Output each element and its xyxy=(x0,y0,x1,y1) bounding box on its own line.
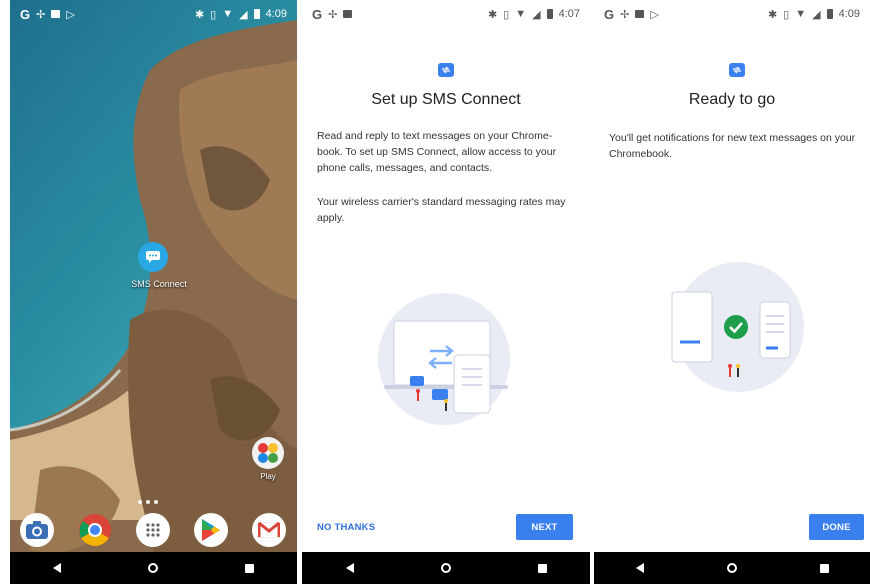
status-bar: G ✢ ▷ ✱ ▯ ▼ ◢ 4:09 xyxy=(594,0,870,28)
play-apps-icon xyxy=(258,443,278,463)
recents-button[interactable] xyxy=(819,563,829,573)
setup-screen: G ✢ ✱ ▯ ▼ ◢ 4:07 Set up SMS Connect Read… xyxy=(302,0,590,584)
image-icon xyxy=(635,10,645,18)
google-g-icon: G xyxy=(312,6,323,22)
description-paragraph: Read and reply to text messages on your … xyxy=(317,130,557,174)
recents-button[interactable] xyxy=(537,563,547,573)
home-screen: G ✢ ▷ ✱ ▯ ▼ ◢ 4:09 SMS Connect Play xyxy=(10,0,297,584)
description-paragraph: You'll get notifications for new text me… xyxy=(609,132,856,160)
back-button[interactable] xyxy=(53,563,62,573)
sms-connect-app-icon[interactable] xyxy=(138,242,168,272)
home-button[interactable] xyxy=(147,563,158,573)
ready-screen: G ✢ ▷ ✱ ▯ ▼ ◢ 4:09 Ready to go You'll ge… xyxy=(594,0,870,584)
status-time: 4:07 xyxy=(558,8,580,20)
status-time: 4:09 xyxy=(265,8,287,20)
image-icon xyxy=(343,10,353,18)
gmail-icon[interactable] xyxy=(252,513,286,547)
done-button[interactable]: DONE xyxy=(809,514,864,540)
page-title: Ready to go xyxy=(688,91,776,108)
google-g-icon: G xyxy=(20,6,31,22)
play-folder-label: Play xyxy=(260,472,276,481)
signal-icon: ◢ xyxy=(239,8,248,21)
laptop-check-illustration xyxy=(671,291,791,377)
no-thanks-button[interactable]: NO THANKS xyxy=(317,522,375,533)
play-store-icon: ▷ xyxy=(66,8,75,21)
status-bar: G ✢ ✱ ▯ ▼ ◢ 4:07 xyxy=(302,0,590,28)
camera-icon[interactable] xyxy=(20,513,54,547)
signal-icon: ◢ xyxy=(812,8,821,21)
signal-icon: ◢ xyxy=(532,8,541,21)
navigation-bar xyxy=(10,552,297,584)
vibrate-icon: ▯ xyxy=(210,8,217,21)
back-button[interactable] xyxy=(635,563,644,573)
page-title: Set up SMS Connect xyxy=(371,91,521,108)
fan-icon: ✢ xyxy=(328,8,338,21)
play-folder-icon[interactable] xyxy=(252,437,284,469)
bluetooth-icon: ✱ xyxy=(767,8,778,21)
fan-icon: ✢ xyxy=(620,8,630,21)
recents-button[interactable] xyxy=(244,563,254,573)
navigation-bar xyxy=(302,552,590,584)
chat-bubble-icon xyxy=(146,251,160,263)
beach-wallpaper xyxy=(10,0,297,584)
wifi-icon: ▼ xyxy=(515,8,527,20)
vibrate-icon: ▯ xyxy=(503,8,510,21)
bluetooth-icon: ✱ xyxy=(487,8,498,21)
image-icon xyxy=(51,10,61,18)
battery-icon xyxy=(546,9,553,19)
next-button[interactable]: NEXT xyxy=(516,514,573,540)
app-drawer-icon[interactable] xyxy=(136,513,170,547)
rates-paragraph: Your wireless carrier's standard messagi… xyxy=(317,196,566,224)
fan-icon: ✢ xyxy=(36,8,46,21)
chrome-icon[interactable] xyxy=(78,513,112,547)
sms-connect-logo-icon xyxy=(729,63,745,77)
page-indicator xyxy=(138,500,158,504)
wifi-icon: ▼ xyxy=(795,8,807,20)
laptop-phone-illustration xyxy=(384,320,508,414)
google-g-icon: G xyxy=(604,6,615,22)
wifi-icon: ▼ xyxy=(222,8,234,20)
status-time: 4:09 xyxy=(838,8,860,20)
status-bar: G ✢ ▷ ✱ ▯ ▼ ◢ 4:09 xyxy=(10,0,297,28)
navigation-bar xyxy=(594,552,870,584)
vibrate-icon: ▯ xyxy=(783,8,790,21)
sms-connect-app-label: SMS Connect xyxy=(131,279,187,289)
battery-icon xyxy=(253,9,260,19)
play-store-icon[interactable] xyxy=(194,513,228,547)
back-button[interactable] xyxy=(345,563,354,573)
battery-icon xyxy=(826,9,833,19)
bluetooth-icon: ✱ xyxy=(194,8,205,21)
home-button[interactable] xyxy=(726,563,737,573)
play-store-icon: ▷ xyxy=(650,8,659,21)
home-button[interactable] xyxy=(440,563,451,573)
sms-connect-logo-icon xyxy=(438,63,454,77)
